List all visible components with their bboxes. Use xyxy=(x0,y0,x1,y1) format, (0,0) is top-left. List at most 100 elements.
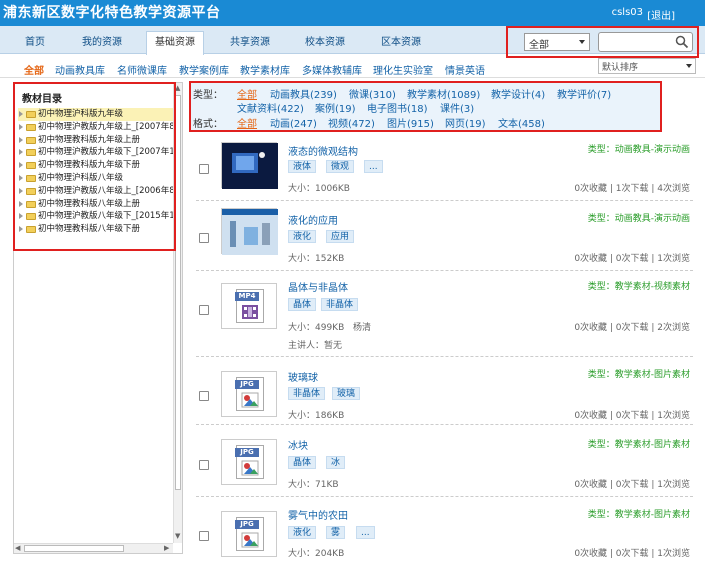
resource-speaker: 主讲人：暂无 xyxy=(288,341,343,351)
molecule-screenshot-icon xyxy=(222,143,278,189)
picture-icon xyxy=(241,460,259,476)
library-materials[interactable]: 教学素材库 xyxy=(240,62,290,77)
resource-tag[interactable]: 冰 xyxy=(326,456,346,469)
resource-author: 杨清 xyxy=(353,323,372,333)
library-english[interactable]: 情景英语 xyxy=(445,62,485,77)
resource-type: 类型：动画教具-演示动画 xyxy=(587,214,690,224)
highlight-search-area xyxy=(506,26,699,58)
resource-title[interactable]: 液态的微观结构 xyxy=(288,143,358,158)
scroll-left-icon[interactable]: ◀ xyxy=(15,544,20,552)
app-title: 浦东新区数字化特色教学资源平台 xyxy=(3,5,221,21)
resource-title[interactable]: 液化的应用 xyxy=(288,212,338,227)
resource-item: JPG 玻璃球 类型：教学素材-图片素材 非晶体 玻璃 大小：186KB 0次收… xyxy=(196,359,693,425)
resource-checkbox[interactable] xyxy=(199,233,209,243)
resource-thumbnail[interactable] xyxy=(221,142,278,189)
username: csls03 xyxy=(611,7,643,18)
resource-type: 类型：教学素材-图片素材 xyxy=(587,370,690,380)
resource-tag[interactable]: 玻璃 xyxy=(332,387,361,400)
file-format-badge: MP4 xyxy=(235,292,259,301)
resource-type: 类型：动画教具-演示动画 xyxy=(587,145,690,155)
resource-size: 大小：204KB xyxy=(288,549,345,559)
sidebar-horizontal-scrollbar[interactable]: ◀ ▶ xyxy=(14,543,173,553)
resource-type: 类型：教学素材-视频素材 xyxy=(587,282,690,292)
film-icon xyxy=(242,305,258,319)
file-format-badge: JPG xyxy=(235,520,259,529)
header-bar: 浦东新区数字化特色教学资源平台 csls03 [退出] xyxy=(0,0,705,26)
resource-stats: 0次收藏 | 1次下载 | 4次浏览 xyxy=(574,184,690,194)
tab-home[interactable]: 首页 xyxy=(18,32,52,54)
tab-basic-resources[interactable]: 基础资源 xyxy=(146,31,204,55)
resource-stats: 0次收藏 | 0次下载 | 1次浏览 xyxy=(574,254,690,264)
resource-type: 类型：教学素材-图片素材 xyxy=(587,510,690,520)
tab-school-resources[interactable]: 校本资源 xyxy=(297,32,353,54)
resource-thumbnail[interactable]: JPG xyxy=(221,511,277,557)
resource-checkbox[interactable] xyxy=(199,305,209,315)
library-lab[interactable]: 理化生实验室 xyxy=(373,62,433,77)
resource-title[interactable]: 雾气中的农田 xyxy=(288,507,348,522)
sort-value: 默认排序 xyxy=(602,63,639,73)
resource-tag[interactable]: 液化 xyxy=(288,230,317,243)
resource-size: 大小：1006KB xyxy=(288,184,350,194)
resource-thumbnail[interactable]: JPG xyxy=(221,371,277,417)
resource-thumbnail[interactable] xyxy=(221,208,278,255)
image-file-icon: JPG xyxy=(235,377,264,411)
library-cases[interactable]: 教学案例库 xyxy=(179,62,229,77)
highlight-textbook-tree xyxy=(13,82,176,251)
resource-tag[interactable]: ... xyxy=(356,526,375,539)
resource-tag[interactable]: 非晶体 xyxy=(321,298,359,311)
scrollbar-thumb[interactable] xyxy=(24,545,124,552)
resource-title[interactable]: 玻璃球 xyxy=(288,369,318,384)
resource-tag[interactable]: 雾 xyxy=(326,526,346,539)
tab-my-resources[interactable]: 我的资源 xyxy=(74,32,130,54)
resource-size: 大小：71KB xyxy=(288,480,339,490)
resource-stats: 0次收藏 | 0次下载 | 2次浏览 xyxy=(574,323,690,333)
resource-stats: 0次收藏 | 0次下载 | 1次浏览 xyxy=(574,549,690,559)
library-animation[interactable]: 动画教具库 xyxy=(55,62,105,77)
resource-title[interactable]: 冰块 xyxy=(288,437,308,452)
library-microlecture[interactable]: 名师微课库 xyxy=(117,62,167,77)
resource-size: 大小：152KB xyxy=(288,254,345,264)
file-format-badge: JPG xyxy=(235,380,259,389)
resource-tag[interactable]: 液化 xyxy=(288,526,317,539)
resource-tag[interactable]: 液体 xyxy=(288,160,317,173)
resource-thumbnail[interactable]: JPG xyxy=(221,439,277,485)
lab-screenshot-icon xyxy=(222,209,278,255)
resource-thumbnail[interactable]: MP4 xyxy=(221,283,277,329)
highlight-filter-panel xyxy=(189,81,662,132)
resource-stats: 0次收藏 | 0次下载 | 1次浏览 xyxy=(574,480,690,490)
video-file-icon: MP4 xyxy=(235,289,264,323)
resource-tag[interactable]: 应用 xyxy=(326,230,355,243)
resource-item: 液化的应用 类型：动画教具-演示动画 液化 应用 大小：152KB 0次收藏 |… xyxy=(196,203,693,271)
sort-select[interactable]: 默认排序 xyxy=(598,58,696,74)
resource-size: 大小：499KB xyxy=(288,323,345,333)
file-format-badge: JPG xyxy=(235,448,259,457)
tab-shared-resources[interactable]: 共享资源 xyxy=(222,32,278,54)
library-all[interactable]: 全部 xyxy=(24,62,44,77)
resource-checkbox[interactable] xyxy=(199,164,209,174)
image-file-icon: JPG xyxy=(235,445,264,479)
resource-item: 液态的微观结构 类型：动画教具-演示动画 液体 微观 ... 大小：1006KB… xyxy=(196,138,693,201)
scroll-right-icon[interactable]: ▶ xyxy=(164,544,169,552)
logout-link[interactable]: [退出] xyxy=(647,7,675,22)
resource-title[interactable]: 晶体与非晶体 xyxy=(288,279,348,294)
resource-tag[interactable]: 晶体 xyxy=(288,456,317,469)
tab-district-resources[interactable]: 区本资源 xyxy=(373,32,429,54)
resource-item: MP4 晶体与非晶体 类型：教学素材-视频素材 晶体 非晶体 大小：499KB … xyxy=(196,273,693,357)
resource-stats: 0次收藏 | 0次下载 | 1次浏览 xyxy=(574,411,690,421)
resource-size: 大小：186KB xyxy=(288,411,345,421)
chevron-down-icon xyxy=(686,64,692,68)
resource-item: JPG 雾气中的农田 类型：教学素材-图片素材 液化 雾 ... 大小：204K… xyxy=(196,499,693,563)
resource-tag[interactable]: 非晶体 xyxy=(288,387,326,400)
resource-tag[interactable]: 晶体 xyxy=(288,298,317,311)
scroll-down-icon[interactable]: ▼ xyxy=(175,532,180,540)
resource-tag[interactable]: ... xyxy=(364,160,383,173)
resource-checkbox[interactable] xyxy=(199,531,209,541)
picture-icon xyxy=(241,392,259,408)
picture-icon xyxy=(241,532,259,548)
resource-checkbox[interactable] xyxy=(199,391,209,401)
library-multimedia[interactable]: 多媒体教辅库 xyxy=(302,62,362,77)
resource-type: 类型：教学素材-图片素材 xyxy=(587,440,690,450)
resource-tag[interactable]: 微观 xyxy=(326,160,355,173)
image-file-icon: JPG xyxy=(235,517,264,551)
resource-checkbox[interactable] xyxy=(199,460,209,470)
